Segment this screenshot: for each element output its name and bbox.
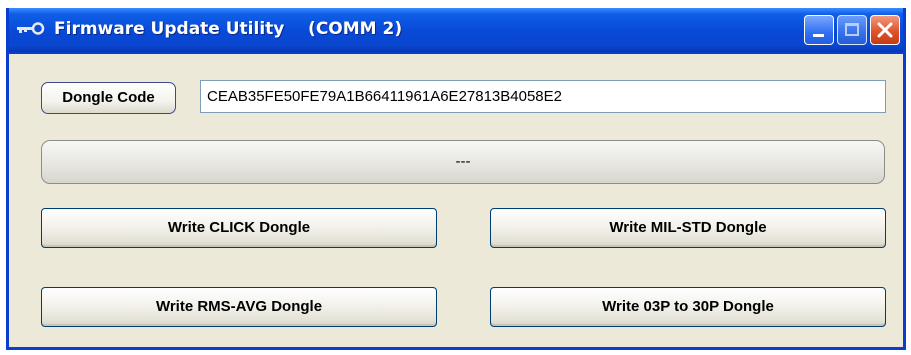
minimize-button[interactable] xyxy=(804,15,834,45)
maximize-icon xyxy=(845,23,859,36)
window-title-text: Firmware Update Utility xyxy=(54,19,285,39)
maximize-button[interactable] xyxy=(837,15,867,45)
write-rms-avg-dongle-button[interactable]: Write RMS-AVG Dongle xyxy=(41,287,437,327)
comm-port-label: (COMM 2) xyxy=(308,19,403,39)
close-button[interactable] xyxy=(870,15,900,45)
minimize-icon xyxy=(813,34,824,37)
window-content: Dongle Code --- Write CLICK Dongle Write… xyxy=(9,54,903,347)
write-03p-to-30p-dongle-button[interactable]: Write 03P to 30P Dongle xyxy=(490,287,886,327)
window-title: Firmware Update Utility (COMM 2) xyxy=(54,19,402,39)
dongle-code-button[interactable]: Dongle Code xyxy=(41,82,176,114)
title-bar[interactable]: Firmware Update Utility (COMM 2) xyxy=(9,8,903,54)
key-icon xyxy=(17,22,45,35)
firmware-update-window: Firmware Update Utility (COMM 2) Dongle … xyxy=(6,8,906,350)
write-mil-std-dongle-button[interactable]: Write MIL-STD Dongle xyxy=(490,208,886,248)
status-display: --- xyxy=(41,140,885,184)
write-click-dongle-button[interactable]: Write CLICK Dongle xyxy=(41,208,437,248)
close-icon xyxy=(877,22,893,38)
dongle-code-field[interactable] xyxy=(200,80,886,113)
